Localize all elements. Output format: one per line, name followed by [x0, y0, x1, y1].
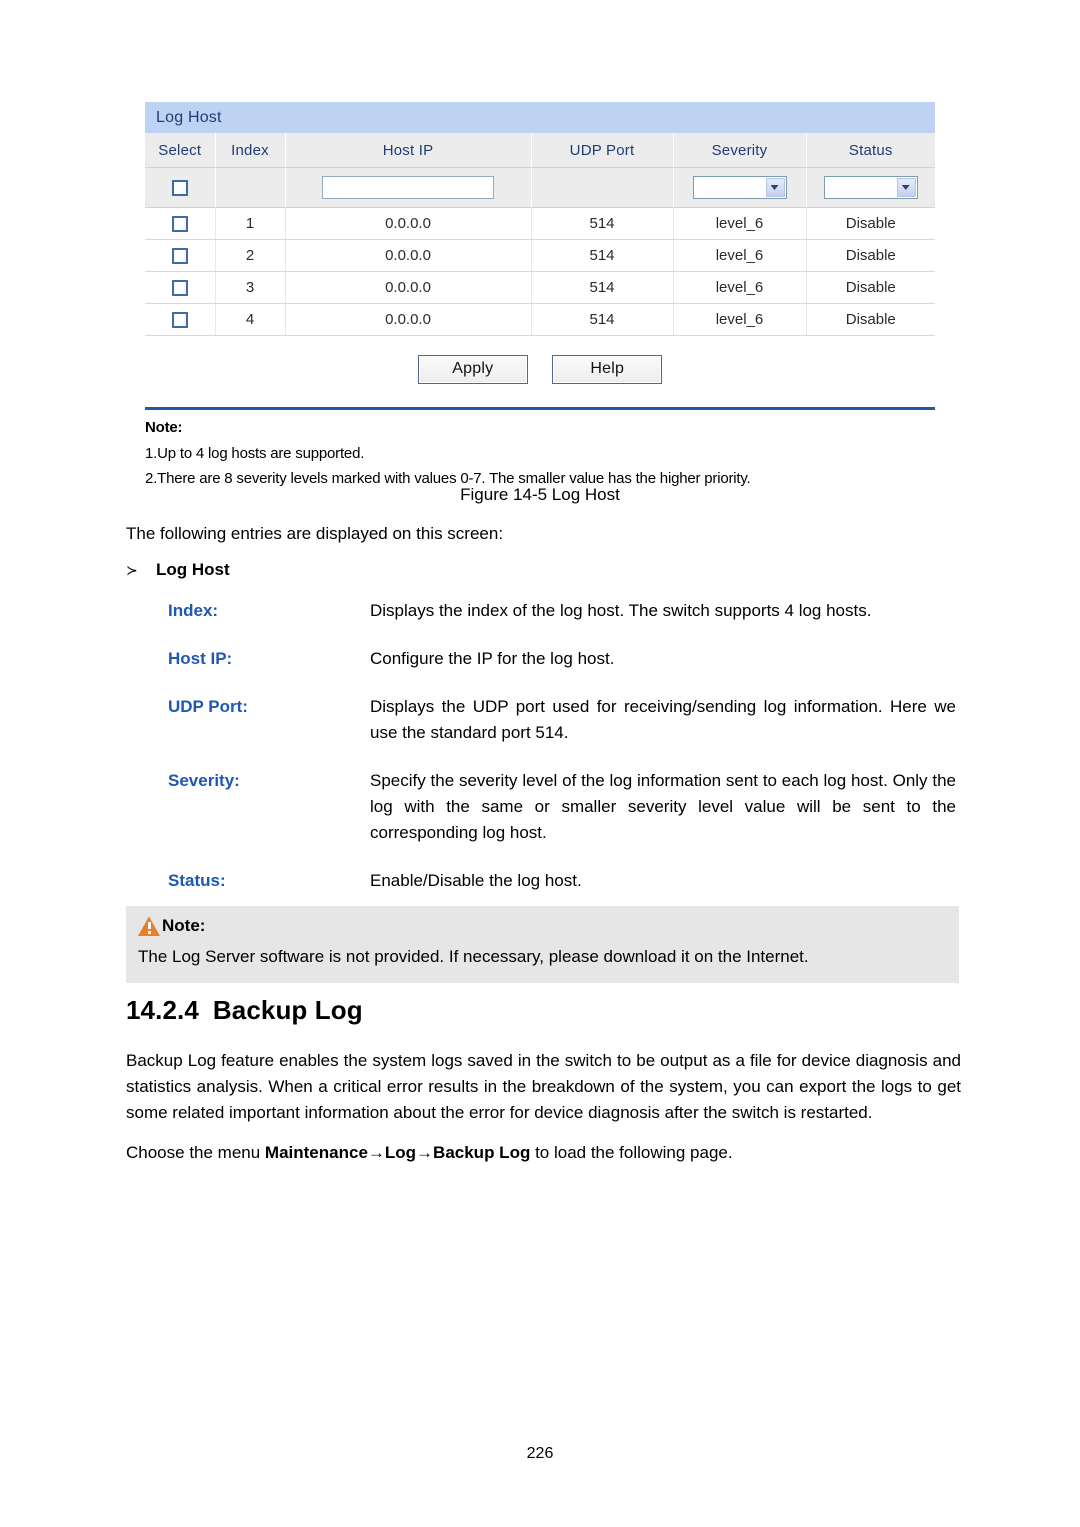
table-row: 3 0.0.0.0 514 level_6 Disable: [145, 271, 935, 304]
row-index: 1: [215, 207, 286, 240]
section-paragraph: Backup Log feature enables the system lo…: [126, 1051, 961, 1122]
section-backup-log: 14.2.4 Backup Log Backup Log feature enab…: [126, 995, 961, 1180]
table-row: 2 0.0.0.0 514 level_6 Disable: [145, 239, 935, 272]
section-heading: 14.2.4 Backup Log: [126, 995, 961, 1026]
note-header: Note:: [138, 916, 947, 936]
definition-description: Displays the UDP port used for receiving…: [370, 697, 956, 742]
row-checkbox[interactable]: [171, 248, 188, 265]
row-host-ip: 0.0.0.0: [285, 303, 532, 336]
table-row: 4 0.0.0.0 514 level_6 Disable: [145, 303, 935, 336]
definition-list: Index: Displays the index of the log hos…: [126, 598, 956, 894]
row-index: 3: [215, 271, 286, 304]
column-header-status: Status: [806, 133, 935, 168]
row-status: Disable: [806, 207, 935, 240]
warning-triangle-icon: [138, 916, 160, 936]
definition-description: Configure the IP for the log host.: [370, 649, 615, 668]
row-select-cell: [145, 207, 216, 240]
host-ip-input[interactable]: [322, 176, 494, 199]
column-header-severity: Severity: [673, 133, 807, 168]
status-select[interactable]: [823, 176, 918, 199]
intro-paragraph: The following entries are displayed on t…: [126, 524, 504, 543]
severity-cell: [673, 167, 807, 208]
row-index: 2: [215, 239, 286, 272]
menu-path: Maintenance→Log→Backup Log: [264, 1143, 531, 1162]
definition-status: Status: Enable/Disable the log host.: [126, 868, 956, 894]
menu-path-suffix: to load the following page.: [530, 1143, 733, 1162]
row-udp-port: 514: [531, 207, 674, 240]
row-severity: level_6: [673, 239, 807, 272]
page-number: 226: [526, 1445, 554, 1462]
definition-udp-port: UDP Port: Displays the UDP port used for…: [126, 694, 956, 746]
help-button[interactable]: Help: [552, 355, 663, 384]
note-callout: Note: The Log Server software is not pro…: [126, 906, 959, 983]
column-header-select: Select: [145, 133, 216, 168]
row-severity: level_6: [673, 271, 807, 304]
note-body: The Log Server software is not provided.…: [138, 947, 809, 966]
definition-description: Specify the severity level of the log in…: [370, 771, 956, 842]
button-row: Apply Help: [145, 336, 935, 406]
document-body: The following entries are displayed on t…: [126, 521, 956, 916]
log-host-screenshot: Log Host Select Index Host IP UDP Port S…: [145, 102, 935, 509]
row-checkbox[interactable]: [171, 312, 188, 329]
column-header-udp-port: UDP Port: [531, 133, 674, 168]
page-title: Backup Log: [212, 995, 363, 1025]
row-select-cell: [145, 303, 216, 336]
row-severity: level_6: [673, 303, 807, 336]
bullet-label: Log Host: [156, 560, 230, 579]
log-host-table: Select Index Host IP UDP Port Severity S…: [145, 133, 935, 336]
figure-caption: Figure 14-5 Log Host: [460, 485, 620, 504]
definition-term: UDP Port:: [168, 697, 248, 716]
menu-path-paragraph: Choose the menu Maintenance→Log→Backup L…: [126, 1140, 961, 1166]
row-udp-port: 514: [531, 271, 674, 304]
column-header-host-ip: Host IP: [285, 133, 532, 168]
chevron-down-icon: [765, 178, 785, 197]
row-index: 4: [215, 303, 286, 336]
row-udp-port: 514: [531, 239, 674, 272]
note-label: Note:: [162, 916, 206, 935]
definition-host-ip: Host IP: Configure the IP for the log ho…: [126, 646, 956, 672]
row-severity: level_6: [673, 207, 807, 240]
entry-form-row: [145, 167, 935, 208]
table-row: 1 0.0.0.0 514 level_6 Disable: [145, 207, 935, 240]
row-checkbox[interactable]: [171, 280, 188, 297]
definition-index: Index: Displays the index of the log hos…: [126, 598, 956, 624]
menu-path-prefix: Choose the menu: [126, 1143, 265, 1162]
panel-note-heading: Note:: [145, 419, 183, 436]
panel-title: Log Host: [145, 102, 935, 133]
udp-port-cell-empty: [531, 167, 674, 208]
apply-button[interactable]: Apply: [417, 355, 528, 384]
definition-term: Host IP:: [168, 649, 233, 668]
definition-term: Severity:: [168, 771, 240, 790]
section-number: 14.2.4: [126, 995, 199, 1025]
index-cell-empty: [215, 167, 286, 208]
select-all-cell: [145, 167, 216, 208]
severity-select[interactable]: [692, 176, 787, 199]
bullet-arrow-icon: ≻: [126, 562, 138, 578]
table-header-row: Select Index Host IP UDP Port Severity S…: [145, 133, 935, 168]
row-status: Disable: [806, 271, 935, 304]
row-host-ip: 0.0.0.0: [285, 207, 532, 240]
bullet-log-host: ≻ Log Host: [126, 560, 956, 580]
host-ip-cell: [285, 167, 532, 208]
row-host-ip: 0.0.0.0: [285, 239, 532, 272]
row-status: Disable: [806, 239, 935, 272]
row-host-ip: 0.0.0.0: [285, 271, 532, 304]
row-checkbox[interactable]: [171, 216, 188, 233]
select-all-checkbox[interactable]: [171, 180, 188, 197]
definition-description: Enable/Disable the log host.: [370, 871, 582, 890]
panel-note-line-1: 1.Up to 4 log hosts are supported.: [145, 445, 365, 462]
definition-description: Displays the index of the log host. The …: [370, 601, 872, 620]
definition-term: Index:: [168, 601, 219, 620]
row-select-cell: [145, 271, 216, 304]
definition-term: Status:: [168, 871, 226, 890]
chevron-down-icon: [896, 178, 916, 197]
definition-severity: Severity: Specify the severity level of …: [126, 768, 956, 846]
row-select-cell: [145, 239, 216, 272]
row-status: Disable: [806, 303, 935, 336]
row-udp-port: 514: [531, 303, 674, 336]
status-cell: [806, 167, 935, 208]
column-header-index: Index: [215, 133, 286, 168]
